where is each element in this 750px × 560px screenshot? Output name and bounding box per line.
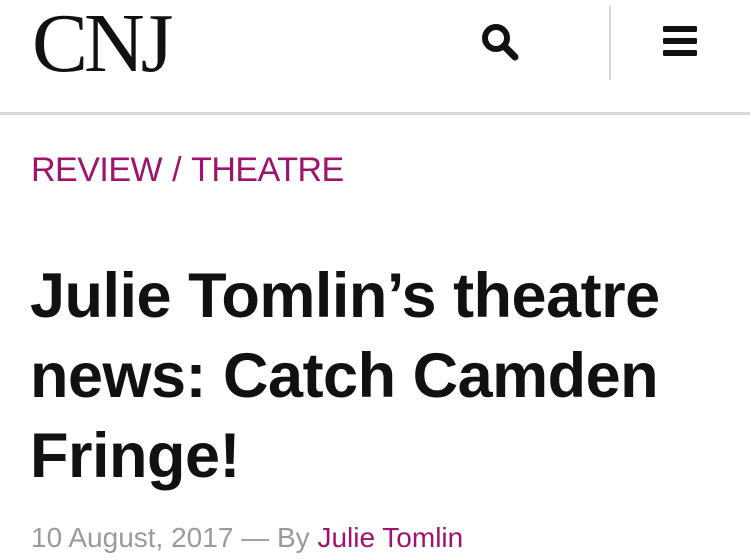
article-byline: 10 August, 2017 — By Julie Tomlin <box>31 520 463 556</box>
author-link[interactable]: Julie Tomlin <box>317 522 463 553</box>
category-breadcrumb: REVIEW / THEATRE <box>31 150 344 190</box>
site-logo[interactable]: CNJ <box>32 2 173 86</box>
article-title: Julie Tomlin’s theatre news: Catch Camde… <box>30 261 660 491</box>
search-button[interactable] <box>478 20 522 64</box>
article-date: 10 August, 2017 <box>31 522 234 553</box>
byline-by-label: By <box>276 522 310 553</box>
category-theatre-link[interactable]: THEATRE <box>191 151 344 189</box>
byline-dash: — <box>241 522 270 553</box>
category-review-link[interactable]: REVIEW <box>31 151 163 189</box>
search-icon <box>482 24 519 61</box>
menu-button[interactable] <box>660 22 700 62</box>
site-header: CNJ <box>0 0 750 115</box>
header-divider <box>609 6 611 80</box>
hamburger-menu-icon <box>663 26 697 56</box>
category-separator: / <box>172 151 182 189</box>
